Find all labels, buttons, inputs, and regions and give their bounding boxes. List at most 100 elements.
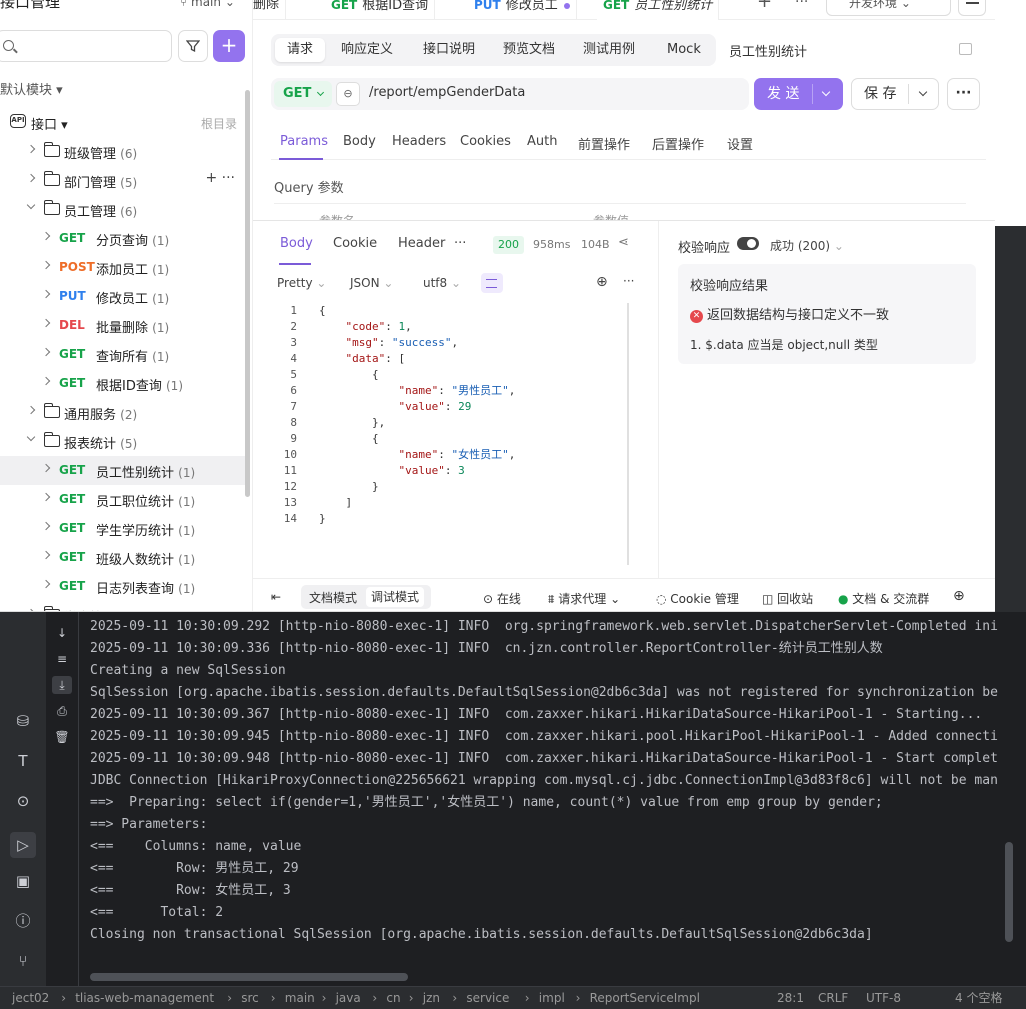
breadcrumb-item[interactable]: src: [241, 987, 259, 1009]
breadcrumb-item[interactable]: jzn: [423, 987, 440, 1009]
response-body-code[interactable]: 1 {2 "code": 1, 3 "msg": "success", 4 "data…: [273, 303, 633, 567]
format-pretty[interactable]: Pretty ⌄: [277, 276, 326, 290]
param-tab-0[interactable]: Params: [280, 134, 328, 149]
tab-item[interactable]: GET 员工性别统计: [597, 0, 720, 20]
recycle-bin-button[interactable]: ◫ 回收站: [762, 590, 813, 607]
soft-wrap-icon[interactable]: ≡: [52, 650, 72, 668]
more-icon[interactable]: ···: [217, 170, 235, 186]
param-tab-3[interactable]: Cookies: [460, 134, 511, 149]
link-icon[interactable]: ⊖: [336, 82, 360, 106]
tree-api-item[interactable]: GET 学生学历统计 (1): [0, 514, 245, 543]
subtab-3[interactable]: 预览文档: [491, 38, 567, 62]
share-icon[interactable]: ⋖: [618, 235, 629, 250]
terminal-icon[interactable]: ▣: [14, 872, 32, 890]
console-vscrollbar[interactable]: [1005, 842, 1013, 942]
cookie-manager-button[interactable]: ◌ Cookie 管理: [656, 590, 739, 607]
subtab-4[interactable]: 测试用例: [571, 38, 647, 62]
sidebar-scrollbar[interactable]: [245, 90, 250, 497]
tab-item[interactable]: PUT 修改员工: [468, 0, 577, 20]
breadcrumb-item[interactable]: main: [285, 987, 315, 1009]
param-tab-2[interactable]: Headers: [392, 134, 446, 149]
tree-folder[interactable]: 员工管理 (6): [0, 195, 245, 224]
tree-folder[interactable]: 报表统计 (5): [0, 427, 245, 456]
search-input[interactable]: [0, 30, 172, 62]
param-tab-5[interactable]: 前置操作: [578, 134, 630, 153]
online-status[interactable]: ⊙ 在线: [483, 590, 521, 607]
breadcrumb-item[interactable]: impl: [539, 987, 565, 1009]
tree-api-item[interactable]: GET 日志列表查询 (1): [0, 572, 245, 601]
play-circle-icon[interactable]: ⊙: [14, 792, 32, 810]
breadcrumb-item[interactable]: ject02: [12, 987, 49, 1009]
request-proxy-button[interactable]: ⩩ 请求代理 ⌄: [548, 590, 620, 607]
upgrade-icon[interactable]: ⊕: [953, 588, 965, 604]
url-input[interactable]: /report/empGenderData: [369, 85, 525, 100]
subtab-2[interactable]: 接口说明: [411, 38, 487, 62]
filter-button[interactable]: [178, 30, 208, 62]
wrap-lines-button[interactable]: [481, 273, 503, 293]
subtab-5[interactable]: Mock: [655, 38, 713, 62]
breadcrumb-item[interactable]: java: [336, 987, 361, 1009]
print-icon[interactable]: ⎙: [52, 702, 72, 720]
more-actions-button[interactable]: ···: [947, 78, 980, 110]
run-icon[interactable]: ▷: [10, 832, 36, 858]
tree-api-item[interactable]: GET 查询所有 (1): [0, 340, 245, 369]
arrow-down-icon[interactable]: ↓: [52, 624, 72, 642]
console-output[interactable]: 2025-09-11 10:30:09.292 [http-nio-8080-e…: [90, 616, 1020, 946]
save-button[interactable]: 保 存: [851, 78, 939, 110]
subtab-0[interactable]: 请求: [275, 38, 326, 62]
tree-api-item[interactable]: GET 根据ID查询 (1): [0, 369, 245, 398]
format-encoding[interactable]: utf8 ⌄: [423, 276, 461, 290]
tab-item[interactable]: 删除: [247, 0, 287, 20]
new-tab-button[interactable]: +: [757, 0, 772, 12]
param-tab-6[interactable]: 后置操作: [652, 134, 704, 153]
tree-api-item[interactable]: GET 班级人数统计 (1): [0, 543, 245, 572]
plus-icon[interactable]: +: [205, 170, 217, 186]
folder-actions[interactable]: + ···: [205, 170, 235, 186]
resp-tab-body[interactable]: Body: [280, 236, 313, 251]
validate-toggle[interactable]: [737, 237, 759, 250]
tree-api-item[interactable]: PUT 修改员工 (1): [0, 282, 245, 311]
tabs-more-button[interactable]: ···: [795, 0, 808, 10]
resp-tab-cookie[interactable]: Cookie: [333, 236, 377, 251]
menu-button[interactable]: [958, 0, 986, 16]
status-encoding[interactable]: UTF-8: [866, 987, 901, 1009]
git-icon[interactable]: ⑂: [14, 952, 32, 970]
status-line-sep[interactable]: CRLF: [818, 987, 848, 1009]
side-panel-icon[interactable]: [959, 43, 972, 55]
tree-api-item[interactable]: GET 员工性别统计 (1): [0, 456, 245, 485]
scroll-top-icon[interactable]: ⊕: [596, 274, 608, 290]
breadcrumb-item[interactable]: tlias-web-management: [75, 987, 214, 1009]
database-icon[interactable]: ⛁: [14, 712, 32, 730]
tree-folder[interactable]: 班级管理 (6): [0, 137, 245, 166]
tree-api-item[interactable]: DEL 批量删除 (1): [0, 311, 245, 340]
module-selector[interactable]: 默认模块 ▾: [0, 79, 63, 98]
tree-folder[interactable]: 学生管理 (6): [0, 601, 245, 611]
doc-mode-button[interactable]: 文档模式: [309, 589, 357, 606]
build-icon[interactable]: T: [14, 752, 32, 770]
add-button[interactable]: +: [213, 30, 245, 62]
breadcrumb-item[interactable]: ReportServiceImpl: [590, 987, 700, 1009]
status-indent[interactable]: 4 个空格: [955, 987, 1002, 1009]
branch-selector[interactable]: ⑂ main ⌄: [180, 0, 235, 9]
param-tab-4[interactable]: Auth: [527, 134, 557, 149]
format-json[interactable]: JSON ⌄: [350, 276, 393, 290]
param-tab-7[interactable]: 设置: [727, 134, 753, 153]
param-tab-1[interactable]: Body: [343, 134, 376, 149]
scroll-end-icon[interactable]: ⤓: [52, 676, 72, 694]
tree-api-item[interactable]: GET 员工职位统计 (1): [0, 485, 245, 514]
clear-icon[interactable]: 🗑: [52, 728, 72, 746]
resp-tab-header[interactable]: Header: [398, 236, 445, 251]
breadcrumb-item[interactable]: service: [466, 987, 509, 1009]
debug-mode-button[interactable]: 调试模式: [366, 587, 425, 607]
tree-folder[interactable]: 通用服务 (2): [0, 398, 245, 427]
environment-selector[interactable]: 开发环境 ⌄: [826, 0, 951, 16]
collapse-sidebar-icon[interactable]: ⇤: [271, 590, 281, 604]
problems-icon[interactable]: ⓘ: [14, 912, 32, 930]
community-button[interactable]: ● 文档 & 交流群: [838, 590, 929, 607]
tree-api-item[interactable]: POST 添加员工 (1): [0, 253, 245, 282]
breadcrumb-item[interactable]: cn: [386, 987, 400, 1009]
status-cursor[interactable]: 28:1: [777, 987, 804, 1009]
method-selector[interactable]: GET: [274, 81, 332, 107]
console-hscrollbar[interactable]: [90, 973, 408, 981]
subtab-1[interactable]: 响应定义: [329, 38, 405, 62]
